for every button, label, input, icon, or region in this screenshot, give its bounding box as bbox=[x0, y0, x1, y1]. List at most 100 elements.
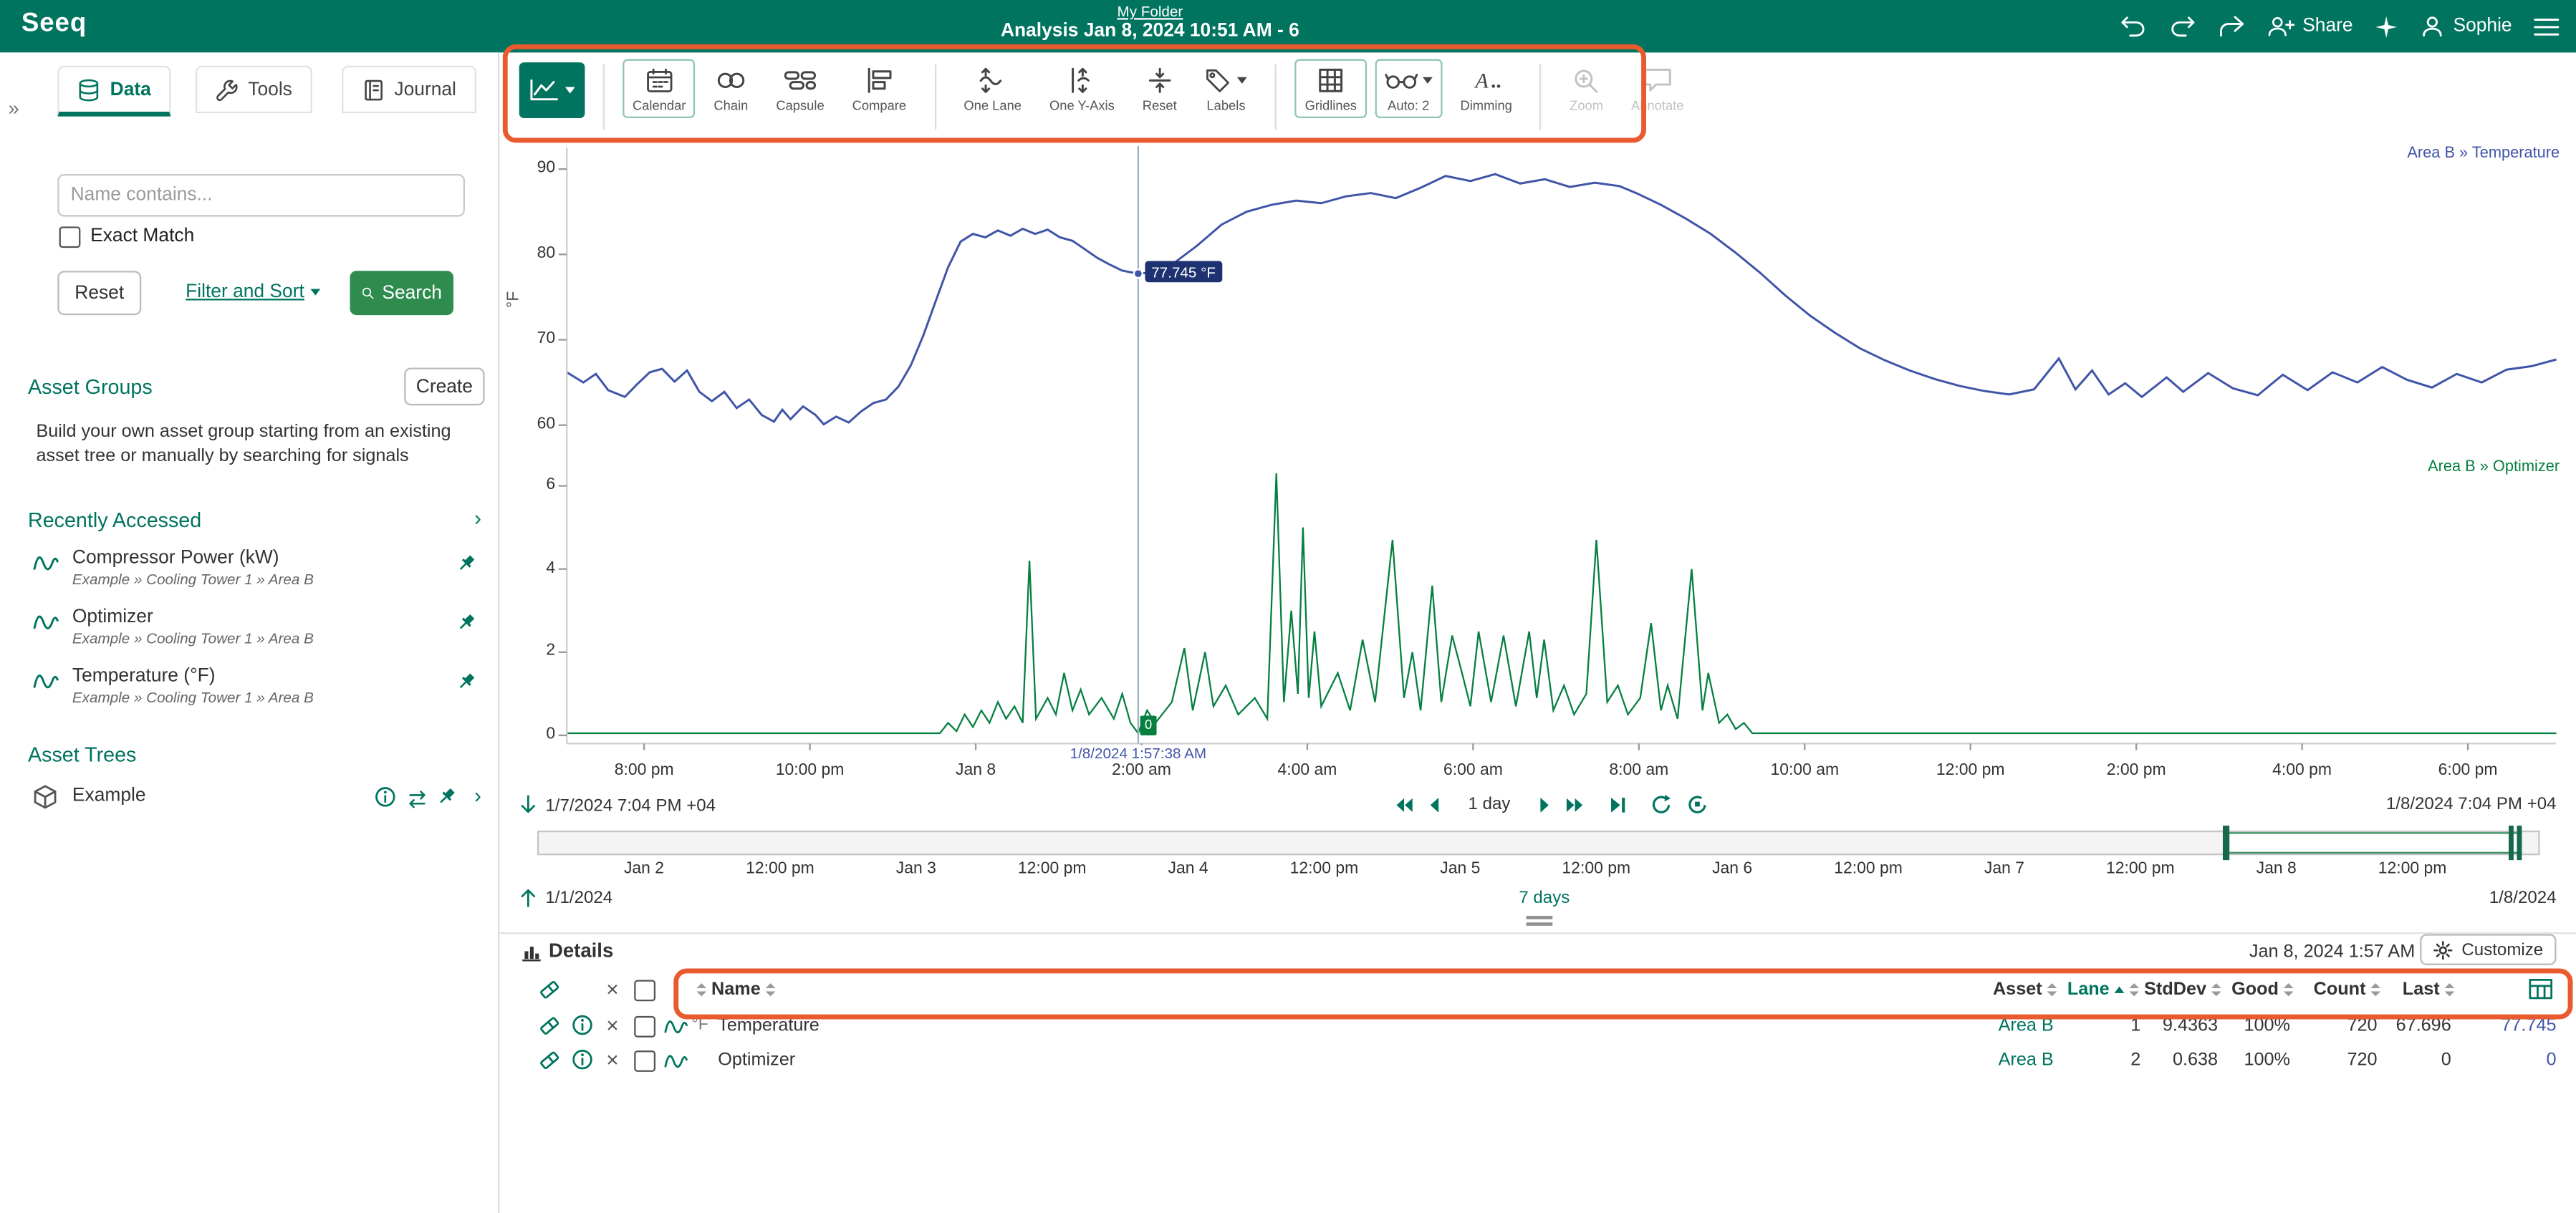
ai-sparkle-icon[interactable] bbox=[2374, 14, 2398, 38]
customize-button[interactable]: Customize bbox=[2421, 934, 2556, 965]
investigate-start-label[interactable]: 1/1/2024 bbox=[545, 887, 612, 907]
sort-icon[interactable] bbox=[766, 984, 776, 996]
investigate-end-label[interactable]: 1/8/2024 bbox=[2489, 888, 2557, 908]
info-icon[interactable] bbox=[572, 1015, 593, 1044]
step-size-label[interactable]: 1 day bbox=[1469, 794, 1511, 814]
lane-label-optimizer[interactable]: Area B » Optimizer bbox=[2428, 458, 2560, 476]
step-forward-many-icon[interactable] bbox=[1565, 796, 1585, 813]
panel-resize-handle[interactable] bbox=[1527, 916, 1553, 927]
select-all-checkbox[interactable] bbox=[634, 980, 655, 1002]
pin-icon[interactable] bbox=[437, 786, 458, 816]
column-header-count[interactable]: Count bbox=[2314, 980, 2380, 1000]
navigator-right-handle[interactable] bbox=[2517, 826, 2521, 860]
recent-item[interactable]: Compressor Power (kW) Example » Cooling … bbox=[28, 546, 485, 599]
compare-button[interactable]: Compare bbox=[842, 59, 916, 119]
one-lane-button[interactable]: One Lane bbox=[954, 59, 1032, 119]
navigator-left-handle[interactable] bbox=[2223, 826, 2229, 860]
column-header-name[interactable]: Name bbox=[696, 980, 775, 1000]
user-menu[interactable]: Sophie bbox=[2421, 15, 2512, 38]
auto-update-icon[interactable] bbox=[1686, 794, 1708, 814]
filter-sort-link[interactable]: Filter and Sort bbox=[186, 282, 321, 302]
range-end-label[interactable]: 1/8/2024 7:04 PM +04 bbox=[2386, 794, 2557, 814]
exact-match-checkbox[interactable] bbox=[59, 226, 81, 248]
close-icon[interactable]: × bbox=[606, 1015, 618, 1036]
undo-icon[interactable] bbox=[2118, 15, 2146, 38]
column-header-lane[interactable]: Lane bbox=[2067, 980, 2139, 1000]
pin-icon[interactable] bbox=[457, 672, 479, 701]
navigator-right-handle[interactable] bbox=[2509, 826, 2513, 860]
investigate-duration-label[interactable]: 7 days bbox=[1519, 888, 1570, 908]
optimizer-series-line[interactable] bbox=[567, 473, 2556, 733]
info-icon[interactable] bbox=[375, 786, 396, 816]
step-to-end-icon[interactable] bbox=[1609, 796, 1625, 813]
search-button[interactable]: Search bbox=[350, 271, 453, 315]
row-checkbox[interactable] bbox=[634, 1050, 655, 1072]
recent-item[interactable]: Temperature (°F) Example » Cooling Tower… bbox=[28, 665, 485, 717]
details-row-optimizer[interactable]: × Optimizer Area B 2 0.638 100% 720 0 0 bbox=[499, 1044, 2576, 1077]
breadcrumb[interactable]: My Folder bbox=[1117, 4, 1183, 20]
asset-tree-item[interactable]: Example › bbox=[28, 781, 485, 817]
sort-icon[interactable] bbox=[2129, 984, 2139, 996]
date-range-navigator[interactable] bbox=[537, 831, 2540, 855]
eraser-icon[interactable] bbox=[537, 1049, 562, 1081]
tab-tools[interactable]: Tools bbox=[196, 66, 312, 113]
reset-zoom-button[interactable]: Reset bbox=[1133, 59, 1186, 119]
step-back-many-icon[interactable] bbox=[1394, 796, 1414, 813]
trend-plot[interactable] bbox=[499, 140, 2576, 788]
close-icon[interactable]: × bbox=[606, 1049, 618, 1071]
cursor-values-toggle-icon[interactable] bbox=[2529, 978, 2553, 1007]
details-row-temperature[interactable]: × °F Temperature Area B 1 9.4363 100% 72… bbox=[499, 1010, 2576, 1043]
step-back-icon[interactable] bbox=[1428, 796, 1440, 813]
dimming-button[interactable]: A Dimming bbox=[1451, 59, 1522, 119]
tab-journal[interactable]: Journal bbox=[342, 66, 476, 113]
sort-icon[interactable] bbox=[2284, 984, 2294, 996]
column-header-asset[interactable]: Asset bbox=[1993, 980, 2057, 1000]
calendar-button[interactable]: Calendar bbox=[623, 59, 696, 119]
tab-data[interactable]: Data bbox=[57, 66, 170, 117]
pin-icon[interactable] bbox=[457, 612, 479, 642]
share-button[interactable]: Share bbox=[2267, 15, 2353, 38]
column-header-last[interactable]: Last bbox=[2403, 980, 2455, 1000]
auto-dim-button[interactable]: Auto: 2 bbox=[1375, 59, 1442, 119]
column-header-stddev[interactable]: StdDev bbox=[2144, 980, 2221, 1000]
chain-button[interactable]: Chain bbox=[704, 59, 758, 119]
row-asset-link[interactable]: Area B bbox=[1999, 1016, 2054, 1036]
eraser-icon[interactable] bbox=[537, 978, 562, 1010]
range-start-label[interactable]: 1/7/2024 7:04 PM +04 bbox=[545, 796, 716, 816]
sort-icon[interactable] bbox=[2047, 984, 2057, 996]
capsule-button[interactable]: Capsule bbox=[766, 59, 835, 119]
close-icon[interactable]: × bbox=[606, 978, 618, 1000]
forward-share-icon[interactable] bbox=[2217, 15, 2245, 38]
display-type-select[interactable] bbox=[519, 62, 585, 118]
gridlines-button[interactable]: Gridlines bbox=[1295, 59, 1367, 119]
redo-icon[interactable] bbox=[2168, 15, 2196, 38]
labels-button[interactable]: Labels bbox=[1195, 59, 1257, 119]
column-header-good[interactable]: Good bbox=[2231, 980, 2294, 1000]
one-y-axis-button[interactable]: One Y-Axis bbox=[1039, 59, 1124, 119]
trend-chart[interactable]: Area B » Temperature Area B » Optimizer … bbox=[499, 140, 2576, 788]
eraser-icon[interactable] bbox=[537, 1015, 562, 1046]
recently-accessed-expand-icon[interactable]: › bbox=[474, 506, 481, 530]
create-asset-group-button[interactable]: Create bbox=[404, 367, 484, 405]
hamburger-menu-icon[interactable] bbox=[2533, 16, 2560, 37]
row-asset-link[interactable]: Area B bbox=[1999, 1050, 2054, 1071]
refresh-icon[interactable] bbox=[1650, 794, 1671, 814]
sort-icon[interactable] bbox=[2445, 984, 2455, 996]
investigate-start-arrow-icon[interactable] bbox=[519, 886, 537, 908]
swap-icon[interactable] bbox=[405, 788, 428, 817]
row-name[interactable]: Optimizer bbox=[718, 1050, 795, 1071]
pin-icon[interactable] bbox=[457, 554, 479, 583]
temperature-series-line[interactable] bbox=[567, 174, 2556, 424]
lane-label-temperature[interactable]: Area B » Temperature bbox=[2407, 145, 2560, 163]
search-input[interactable] bbox=[57, 174, 465, 217]
chevron-right-icon[interactable]: › bbox=[474, 783, 481, 807]
reset-button[interactable]: Reset bbox=[57, 271, 141, 315]
row-checkbox[interactable] bbox=[634, 1016, 655, 1038]
sort-icon[interactable] bbox=[2211, 984, 2221, 996]
recent-item[interactable]: Optimizer Example » Cooling Tower 1 » Ar… bbox=[28, 606, 485, 658]
range-start-arrow-icon[interactable] bbox=[519, 794, 537, 816]
step-forward-icon[interactable] bbox=[1538, 796, 1549, 813]
info-icon[interactable] bbox=[572, 1049, 593, 1078]
row-name[interactable]: Temperature bbox=[718, 1016, 820, 1036]
sort-icon[interactable] bbox=[696, 984, 706, 996]
